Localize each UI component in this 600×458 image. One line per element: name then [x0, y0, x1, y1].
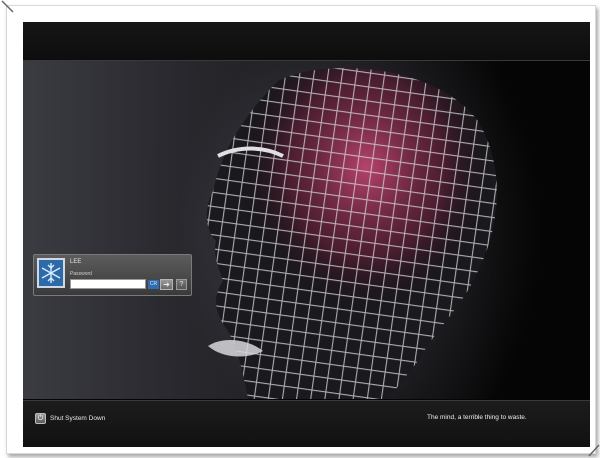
wireframe-head-image	[206, 68, 497, 399]
photo-frame: LEE Password CR ➔ ? ⏻ Shut System Down T…	[1, 0, 600, 457]
username-label: LEE	[70, 259, 82, 265]
corner-pin-icon	[1, 0, 14, 13]
wallpaper	[23, 61, 590, 399]
user-avatar[interactable]	[37, 258, 65, 288]
user-login-tile: LEE Password CR ➔ ?	[33, 254, 192, 296]
power-icon: ⏻	[35, 412, 46, 424]
submit-button[interactable]: ➔	[160, 279, 173, 290]
top-bar	[23, 22, 590, 61]
snowflake-icon	[41, 263, 61, 283]
tagline-text: The mind, a terrible thing to waste.	[427, 414, 527, 421]
bottom-bar: ⏻ Shut System Down The mind, a terrible …	[23, 400, 590, 447]
password-hint-button[interactable]: ?	[176, 279, 187, 290]
keyboard-layout-indicator: CR	[148, 280, 159, 289]
login-screen: LEE Password CR ➔ ? ⏻ Shut System Down T…	[23, 22, 590, 447]
arrow-right-icon: ➔	[163, 280, 170, 289]
question-mark-icon: ?	[179, 281, 184, 288]
shutdown-label: Shut System Down	[50, 414, 106, 422]
shutdown-button[interactable]: ⏻ Shut System Down	[35, 412, 105, 424]
password-label: Password	[70, 271, 92, 277]
password-field[interactable]	[70, 279, 146, 289]
